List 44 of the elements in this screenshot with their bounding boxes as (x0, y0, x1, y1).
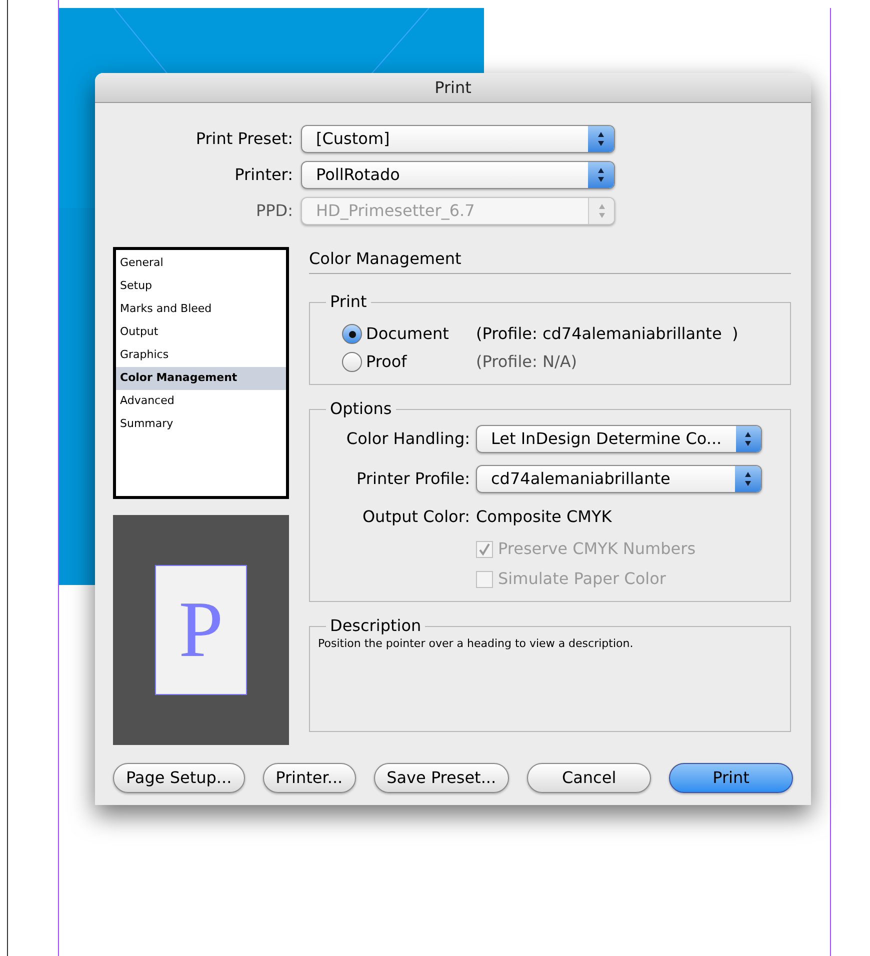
checkbox-label: Simulate Paper Color (498, 568, 666, 590)
group-title: Options (329, 398, 393, 420)
field-label: PPD: (254, 200, 294, 222)
radio-label: Proof (366, 351, 408, 373)
dropdown[interactable]: cd74alemaniabrillante (476, 465, 762, 493)
category-item[interactable]: Summary (116, 413, 286, 436)
dropdown[interactable]: Let InDesign Determine Co... (476, 425, 762, 453)
field-label: Output Color: (361, 506, 471, 528)
category-item[interactable]: Graphics (116, 344, 286, 367)
dialog-button[interactable]: Printer... (262, 763, 356, 793)
field-label: Color Handling: (345, 428, 471, 450)
description-text: Position the pointer over a heading to view a description. (318, 636, 634, 652)
category-item[interactable]: Color Management (116, 367, 286, 390)
window-title: Print (95, 73, 811, 103)
dialog-button[interactable]: Cancel (527, 763, 652, 793)
dialog-button[interactable]: Page Setup... (113, 763, 245, 793)
radio-label: Document (366, 323, 450, 345)
group-title: Print (329, 291, 368, 313)
group-title: Description (329, 615, 422, 637)
stepper-icon (588, 126, 614, 152)
dialog-button[interactable]: Print (669, 763, 793, 793)
category-item[interactable]: Marks and Bleed (116, 298, 286, 321)
section-title: Color Management (309, 247, 791, 274)
category-item[interactable]: Setup (116, 275, 286, 298)
category-item[interactable]: Output (116, 321, 286, 344)
profile-text: (Profile: cd74alemaniabrillante ) (476, 323, 738, 345)
radio-button[interactable] (342, 352, 362, 372)
stepper-icon (735, 466, 761, 492)
field-label: Print Preset: (194, 128, 294, 150)
category-item[interactable]: Advanced (116, 390, 286, 413)
stepper-icon (588, 198, 614, 224)
dropdown[interactable]: PollRotado (301, 161, 615, 189)
dropdown[interactable]: [Custom] (301, 125, 615, 153)
field-label: Printer: (234, 164, 294, 186)
stepper-icon (588, 162, 614, 188)
profile-text: (Profile: N/A) (476, 351, 578, 373)
field-label: Printer Profile: (356, 468, 471, 490)
category-item[interactable]: General (116, 252, 286, 275)
radio-button[interactable] (342, 324, 362, 344)
page-preview: P (155, 565, 247, 695)
checkbox-label: Preserve CMYK Numbers (498, 538, 696, 560)
stepper-icon (736, 426, 761, 452)
dialog-button[interactable]: Save Preset... (374, 763, 510, 793)
output-color-value: Composite CMYK (476, 506, 612, 528)
